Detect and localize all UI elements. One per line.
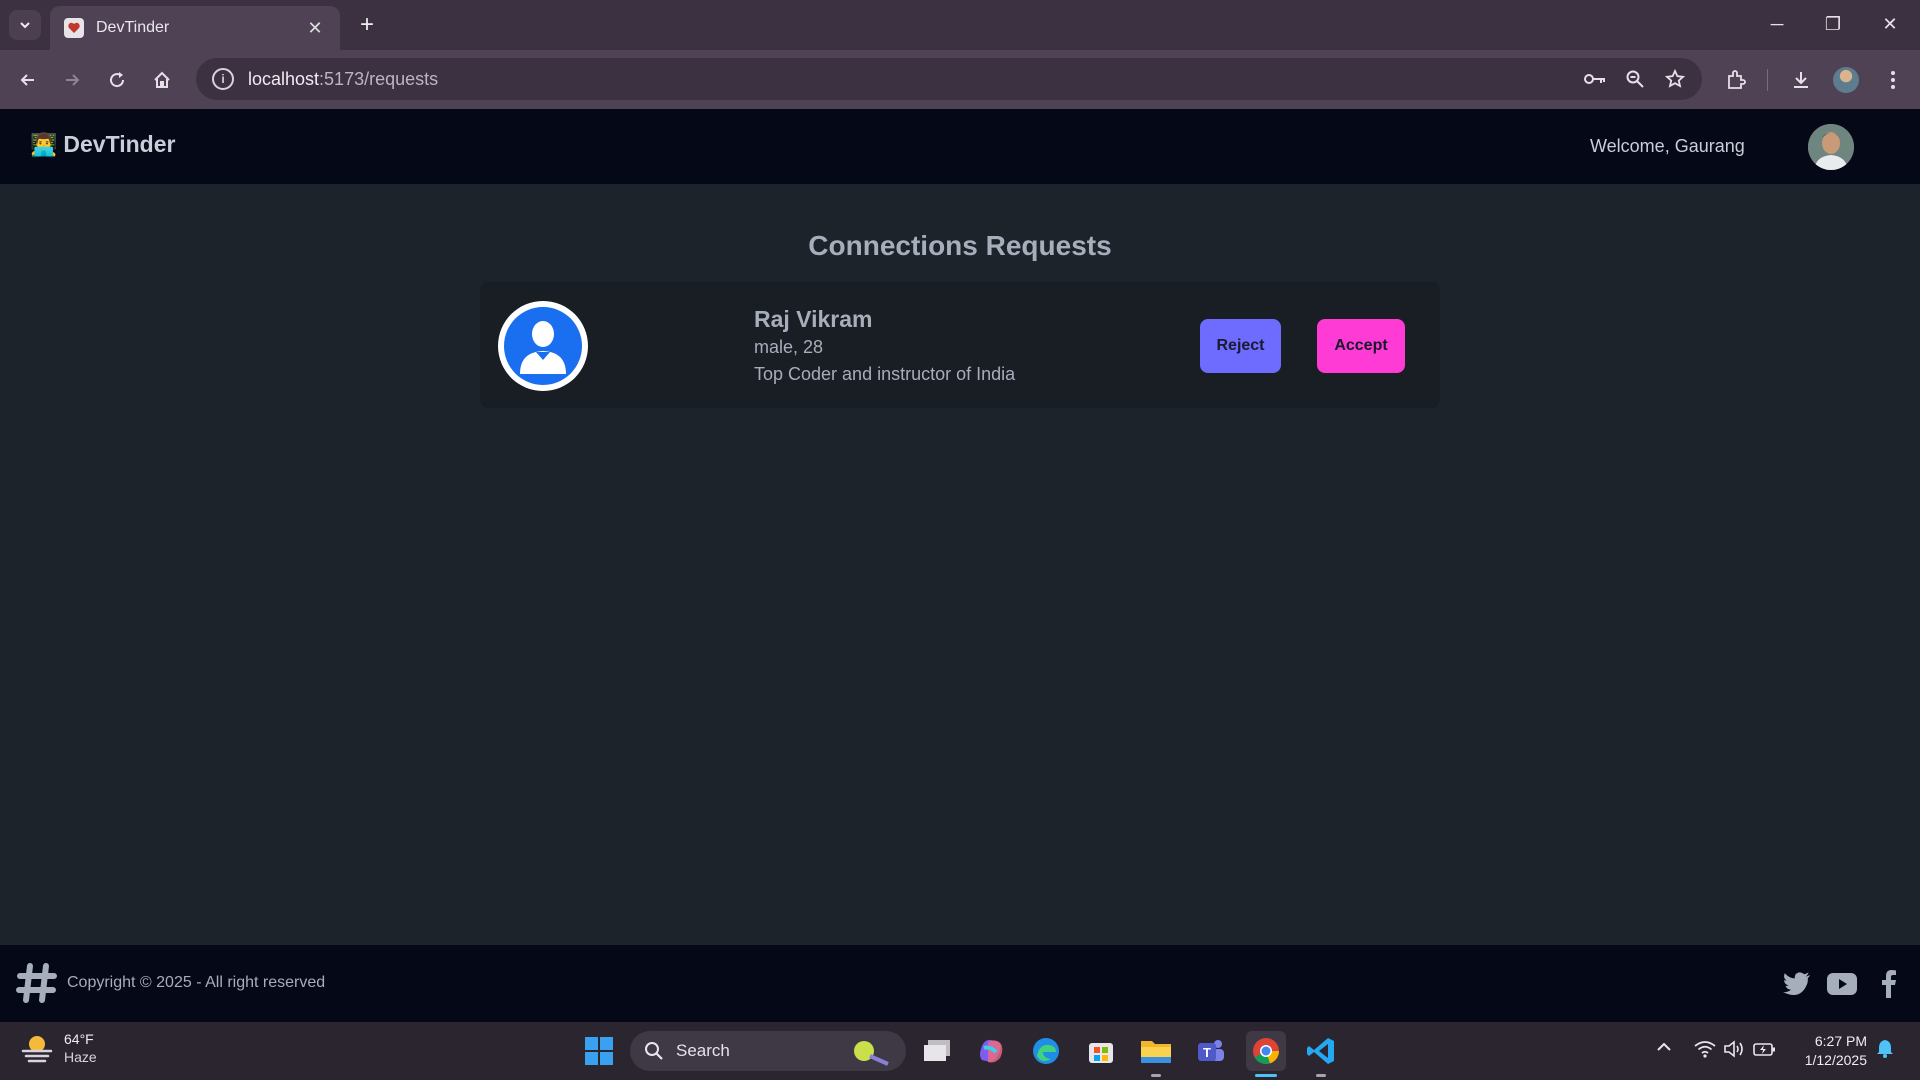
chevron-down-icon bbox=[20, 22, 30, 29]
vscode-running-indicator bbox=[1316, 1074, 1326, 1077]
clock-date: 1/12/2025 bbox=[1804, 1052, 1867, 1068]
tab-title: DevTinder bbox=[96, 19, 170, 36]
search-highlight-icon bbox=[854, 1041, 889, 1066]
volume-icon[interactable] bbox=[1723, 1040, 1745, 1061]
toolbar-divider bbox=[1767, 69, 1768, 91]
task-view-icon[interactable] bbox=[917, 1031, 957, 1071]
back-icon[interactable] bbox=[10, 62, 46, 98]
taskbar-search[interactable]: Search bbox=[630, 1031, 906, 1071]
vscode-icon[interactable] bbox=[1301, 1031, 1341, 1071]
tab-search-button[interactable] bbox=[9, 10, 41, 40]
chrome-active-indicator bbox=[1255, 1074, 1277, 1077]
bookmark-star-icon[interactable] bbox=[1662, 66, 1688, 92]
brand-link[interactable]: 👨‍💻 DevTinder bbox=[30, 131, 175, 158]
reload-icon[interactable] bbox=[99, 62, 135, 98]
developer-emoji-icon: 👨‍💻 bbox=[30, 131, 58, 157]
request-name: Raj Vikram bbox=[754, 306, 873, 332]
brand-name: DevTinder bbox=[63, 131, 176, 157]
download-icon[interactable] bbox=[1783, 62, 1819, 98]
page-title: Connections Requests bbox=[808, 230, 1112, 261]
reject-button[interactable]: Reject bbox=[1200, 319, 1281, 373]
file-explorer-icon[interactable] bbox=[1136, 1031, 1176, 1071]
os-taskbar: 64°F Haze Search T 6:27 PM 1/12/2025 bbox=[0, 1022, 1920, 1080]
welcome-text: Welcome, Gaurang bbox=[1590, 136, 1745, 156]
devtinder-favicon-icon bbox=[64, 18, 84, 38]
weather-widget[interactable]: 64°F Haze bbox=[20, 1030, 97, 1066]
extensions-icon[interactable] bbox=[1718, 62, 1754, 98]
weather-temperature: 64°F bbox=[64, 1031, 94, 1047]
youtube-icon[interactable] bbox=[1827, 969, 1857, 999]
close-window-icon[interactable]: ✕ bbox=[1870, 8, 1910, 40]
request-about: Top Coder and instructor of India bbox=[754, 364, 1016, 384]
facebook-icon[interactable] bbox=[1874, 969, 1904, 999]
notification-bell-icon[interactable] bbox=[1876, 1038, 1894, 1061]
new-tab-button[interactable]: + bbox=[352, 10, 382, 40]
haze-weather-icon bbox=[20, 1031, 54, 1065]
battery-icon[interactable] bbox=[1753, 1040, 1777, 1061]
wifi-icon[interactable] bbox=[1694, 1040, 1716, 1061]
edge-browser-icon[interactable] bbox=[1026, 1031, 1066, 1071]
browser-tab[interactable]: DevTinder ✕ bbox=[50, 6, 340, 50]
copilot-icon[interactable] bbox=[971, 1031, 1011, 1071]
user-placeholder-icon bbox=[504, 307, 582, 385]
app-navbar: 👨‍💻 DevTinder Welcome, Gaurang bbox=[0, 109, 1920, 184]
request-avatar bbox=[498, 301, 588, 391]
home-icon[interactable] bbox=[144, 62, 180, 98]
windows-start-icon[interactable] bbox=[579, 1031, 619, 1071]
accept-button[interactable]: Accept bbox=[1317, 319, 1405, 373]
chrome-icon[interactable] bbox=[1246, 1031, 1286, 1071]
clock-time: 6:27 PM bbox=[1814, 1033, 1867, 1049]
url-path: :5173/requests bbox=[319, 68, 439, 89]
tray-overflow-icon[interactable] bbox=[1656, 1040, 1672, 1056]
explorer-running-indicator bbox=[1151, 1074, 1161, 1077]
weather-description: Haze bbox=[64, 1049, 97, 1065]
hashtag-logo-icon bbox=[16, 962, 58, 1004]
copyright-text: Copyright © 2025 - All right reserved bbox=[67, 974, 326, 991]
profile-avatar[interactable] bbox=[1828, 62, 1864, 98]
site-info-icon[interactable]: i bbox=[212, 68, 234, 90]
address-bar[interactable]: i localhost:5173/requests bbox=[196, 58, 1702, 100]
svg-text:T: T bbox=[1203, 1045, 1211, 1060]
search-icon bbox=[645, 1042, 663, 1060]
zoom-icon[interactable] bbox=[1622, 66, 1648, 92]
browser-menu-icon[interactable] bbox=[1875, 62, 1911, 98]
teams-icon[interactable]: T bbox=[1191, 1031, 1231, 1071]
taskbar-search-label: Search bbox=[676, 1041, 730, 1060]
microsoft-store-icon[interactable] bbox=[1081, 1031, 1121, 1071]
browser-toolbar: i localhost:5173/requests bbox=[0, 50, 1920, 109]
restore-icon[interactable]: ❐ bbox=[1813, 8, 1853, 40]
url-host: localhost bbox=[248, 68, 320, 89]
tab-close-icon[interactable]: ✕ bbox=[304, 18, 326, 39]
user-avatar[interactable] bbox=[1808, 124, 1854, 170]
request-card: Raj Vikram male, 28 Top Coder and instru… bbox=[480, 282, 1440, 408]
password-key-icon[interactable] bbox=[1582, 66, 1608, 92]
system-clock[interactable]: 6:27 PM 1/12/2025 bbox=[1795, 1032, 1867, 1070]
footer: Copyright © 2025 - All right reserved bbox=[0, 945, 1920, 1022]
minimize-icon[interactable]: ─ bbox=[1757, 8, 1797, 40]
forward-icon[interactable] bbox=[54, 62, 90, 98]
browser-tabstrip: DevTinder ✕ + ─ ❐ ✕ bbox=[0, 0, 1920, 50]
request-gender-age: male, 28 bbox=[754, 337, 824, 357]
twitter-icon[interactable] bbox=[1782, 969, 1812, 999]
